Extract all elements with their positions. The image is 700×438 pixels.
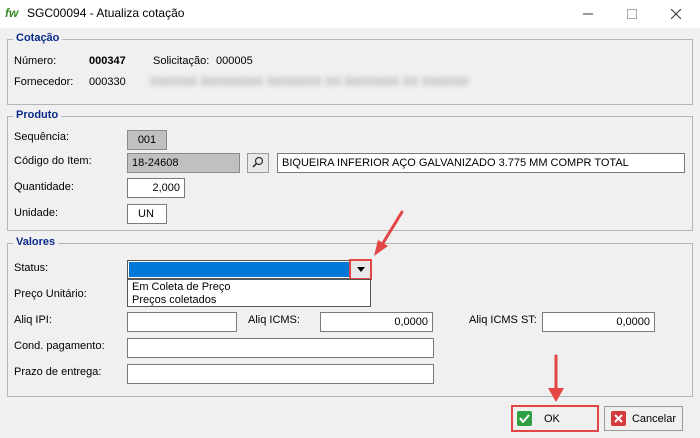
numero-label: Número: — [14, 55, 57, 67]
search-icon — [252, 156, 264, 168]
quantidade-label: Quantidade: — [14, 181, 74, 193]
status-dropdown-list: Em Coleta de Preço Preços coletados — [127, 279, 371, 307]
cotacao-group-title: Cotação — [13, 32, 63, 44]
ok-button[interactable]: OK — [511, 405, 599, 432]
prazo-entrega-label: Prazo de entrega: — [14, 366, 102, 378]
preco-unitario-label: Preço Unitário: — [14, 288, 87, 300]
aliq-ipi-label: Aliq IPI: — [14, 314, 52, 326]
prazo-entrega-field[interactable] — [127, 364, 434, 384]
app-logo-icon: fw — [5, 6, 19, 20]
annotation-arrow-icon — [374, 210, 404, 256]
cond-pagamento-field[interactable] — [127, 338, 434, 358]
maximize-icon — [626, 9, 637, 19]
produto-group — [7, 116, 693, 231]
minimize-button[interactable] — [565, 0, 610, 28]
quantidade-field[interactable]: 2,000 — [127, 178, 185, 198]
valores-group-title: Valores — [13, 236, 59, 248]
close-icon — [670, 9, 681, 19]
ok-button-label: OK — [544, 412, 560, 425]
annotation-arrow-down-icon — [548, 354, 564, 402]
maximize-button[interactable] — [609, 0, 654, 28]
status-option-precos-coletados[interactable]: Preços coletados — [128, 294, 370, 307]
status-select[interactable] — [127, 260, 371, 279]
codigo-item-field: 18-24608 — [127, 153, 240, 173]
cancel-button[interactable]: Cancelar — [604, 406, 683, 431]
unidade-field: UN — [127, 204, 167, 224]
solicitacao-label: Solicitação: — [153, 55, 210, 67]
fornecedor-name: XXXXXX XXXXXXXX XXXXXXX XX XXXXXXX XX XX… — [150, 76, 470, 88]
produto-group-title: Produto — [13, 109, 62, 121]
cancel-x-icon — [610, 411, 626, 426]
numero-value: 000347 — [89, 55, 126, 67]
search-item-button[interactable] — [247, 153, 269, 173]
cond-pagamento-label: Cond. pagamento: — [14, 340, 105, 352]
close-button[interactable] — [653, 0, 698, 28]
aliq-icms-st-label: Aliq ICMS ST: — [469, 314, 537, 326]
minimize-icon — [582, 13, 593, 15]
status-label: Status: — [14, 262, 49, 274]
aliq-icms-field[interactable]: 0,0000 — [320, 312, 433, 332]
unidade-label: Unidade: — [14, 207, 59, 219]
descricao-field: BIQUEIRA INFERIOR AÇO GALVANIZADO 3.775 … — [277, 153, 685, 173]
cancel-button-label: Cancelar — [631, 412, 677, 425]
aliq-icms-st-field[interactable]: 0,0000 — [542, 312, 655, 332]
status-dropdown-button[interactable] — [349, 259, 372, 280]
sequencia-field: 001 — [127, 130, 167, 150]
codigo-item-label: Código do Item: — [14, 155, 92, 167]
status-selected-highlight — [129, 262, 350, 277]
window-title: SGC00094 - Atualiza cotação — [27, 6, 185, 20]
aliq-ipi-field[interactable] — [127, 312, 237, 332]
aliq-icms-label: Aliq ICMS: — [248, 314, 300, 326]
sequencia-label: Sequência: — [14, 131, 70, 143]
fornecedor-code: 000330 — [89, 76, 126, 88]
check-icon — [517, 411, 532, 426]
fornecedor-label: Fornecedor: — [14, 76, 74, 88]
cotacao-group — [7, 39, 693, 105]
status-option-em-coleta[interactable]: Em Coleta de Preço — [128, 281, 370, 294]
chevron-down-icon — [356, 267, 365, 272]
solicitacao-value: 000005 — [216, 55, 253, 67]
